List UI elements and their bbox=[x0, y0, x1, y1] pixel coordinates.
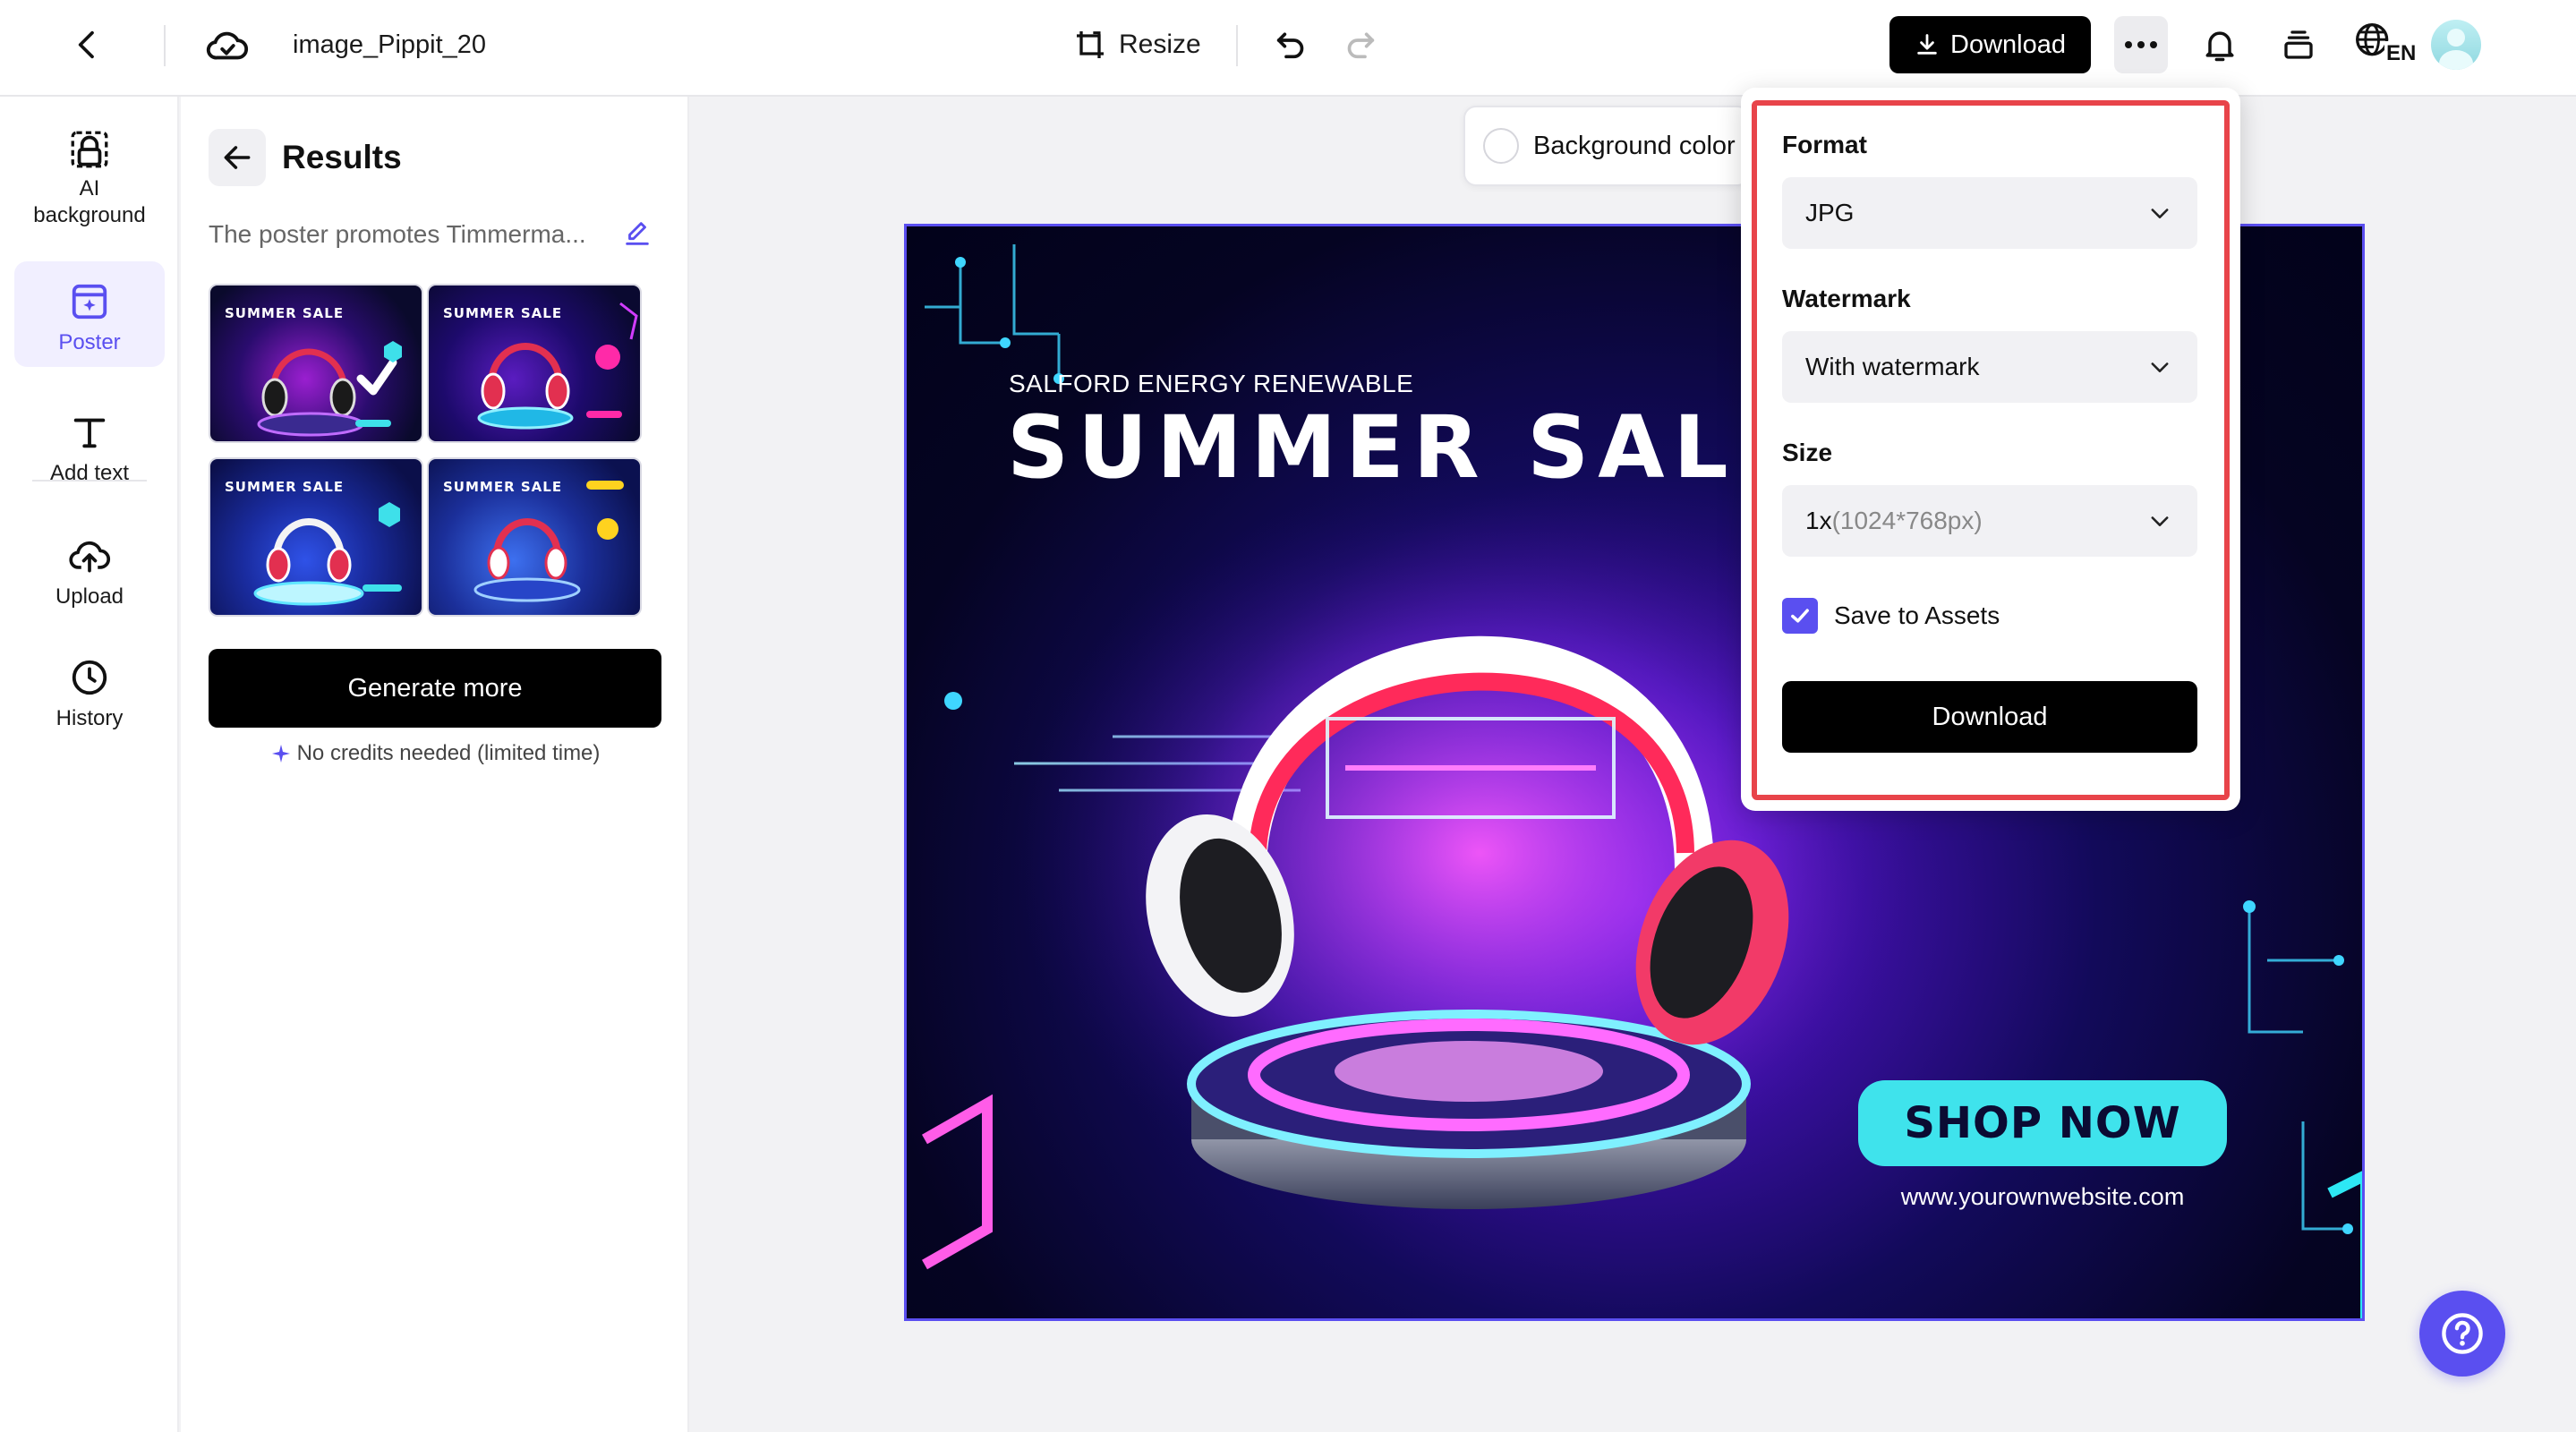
history-icon bbox=[72, 660, 107, 695]
save-to-assets-checkbox[interactable] bbox=[1782, 598, 1818, 634]
resize-icon bbox=[1077, 31, 1104, 58]
rail-item-history[interactable]: History bbox=[14, 657, 165, 746]
credits-note: No credits needed (limited time) bbox=[209, 739, 661, 768]
color-swatch bbox=[1483, 128, 1519, 164]
rail-item-ai-background[interactable]: AI background bbox=[14, 124, 165, 231]
help-button[interactable] bbox=[2419, 1291, 2505, 1377]
back-arrow-icon[interactable] bbox=[66, 23, 109, 66]
undo-icon[interactable] bbox=[1269, 23, 1312, 66]
poster-subtitle[interactable]: SALFORD ENERGY RENEWABLE bbox=[1009, 368, 1413, 400]
bell-icon[interactable] bbox=[2196, 21, 2243, 68]
more-icon bbox=[2125, 41, 2157, 48]
language-badge: EN bbox=[2384, 41, 2418, 66]
result-thumbnail-1[interactable]: SUMMER SALE bbox=[209, 284, 423, 443]
headphones-graphic bbox=[473, 481, 624, 602]
format-label: Format bbox=[1782, 131, 1867, 158]
cloud-sync-icon[interactable] bbox=[202, 23, 252, 68]
credits-note-text: No credits needed (limited time) bbox=[296, 741, 601, 765]
results-title: Results bbox=[282, 139, 402, 175]
left-tool-rail: AI background Poster Add text Upload His… bbox=[0, 97, 179, 1432]
download-confirm-button[interactable]: Download bbox=[1782, 681, 2197, 753]
background-color-control[interactable]: Background color bbox=[1463, 106, 1750, 186]
rail-label-add-text: Add text bbox=[49, 461, 130, 485]
file-name[interactable]: image_Pippit_20 bbox=[293, 27, 486, 63]
save-to-assets-label: Save to Assets bbox=[1834, 601, 2000, 629]
rail-label-history: History bbox=[55, 706, 124, 730]
download-icon bbox=[1917, 34, 1937, 55]
text-icon bbox=[73, 418, 106, 448]
download-top-label: Download bbox=[1950, 30, 2066, 59]
prompt-summary: The poster promotes Timmerma... bbox=[209, 220, 586, 248]
size-select[interactable]: 1x(1024*768px) bbox=[1782, 485, 2197, 557]
chevron-down-icon bbox=[2151, 516, 2169, 526]
results-back-button[interactable] bbox=[209, 129, 266, 186]
rail-label-ai-background: AI background bbox=[33, 176, 146, 227]
rail-label-poster: Poster bbox=[58, 330, 121, 354]
watermark-label: Watermark bbox=[1782, 285, 1911, 312]
checkmark-icon bbox=[1791, 609, 1809, 623]
chevron-down-icon bbox=[2151, 209, 2169, 218]
rail-item-upload[interactable]: Upload bbox=[14, 535, 165, 625]
rail-item-poster[interactable]: Poster bbox=[14, 261, 165, 367]
format-select[interactable]: JPG bbox=[1782, 177, 2197, 249]
generate-more-button[interactable]: Generate more bbox=[209, 649, 661, 728]
poster-icon bbox=[72, 284, 107, 320]
download-button-top[interactable]: Download bbox=[1889, 16, 2091, 73]
format-value: JPG bbox=[1805, 199, 1855, 226]
chevron-down-icon bbox=[2151, 362, 2169, 372]
headphones-graphic bbox=[257, 341, 402, 437]
watermark-select[interactable]: With watermark bbox=[1782, 331, 2197, 403]
result-thumbnail-3[interactable]: SUMMER SALE bbox=[209, 457, 423, 617]
poster-website[interactable]: www.yourownwebsite.com bbox=[1858, 1181, 2227, 1213]
background-color-label: Background color bbox=[1533, 131, 1736, 160]
size-value: 1x(1024*768px) bbox=[1805, 507, 1983, 535]
resize-button[interactable]: Resize bbox=[1072, 23, 1201, 66]
upload-icon bbox=[69, 541, 111, 573]
poster-title[interactable]: SUMMER SALE bbox=[1007, 398, 1804, 497]
topbar-divider bbox=[1236, 25, 1238, 66]
arrow-left-icon bbox=[224, 146, 251, 169]
size-label: Size bbox=[1782, 439, 1833, 466]
more-options-button[interactable] bbox=[2114, 16, 2168, 73]
resize-label: Resize bbox=[1119, 30, 1201, 59]
headphones-graphic bbox=[477, 302, 638, 430]
question-icon bbox=[2442, 1313, 2483, 1354]
save-to-assets-row[interactable]: Save to Assets bbox=[1782, 598, 2000, 634]
edit-prompt-icon[interactable] bbox=[622, 218, 654, 251]
results-panel: Results The poster promotes Timmerma... … bbox=[181, 97, 689, 1432]
assets-stack-icon[interactable] bbox=[2275, 21, 2322, 68]
topbar-divider bbox=[164, 25, 166, 66]
watermark-value: With watermark bbox=[1805, 353, 1980, 380]
top-bar: image_Pippit_20 Resize Download EN bbox=[0, 0, 2576, 97]
ai-background-icon bbox=[71, 131, 108, 168]
language-globe-icon[interactable]: EN bbox=[2352, 20, 2418, 70]
result-thumbnail-4[interactable]: SUMMER SALE bbox=[427, 457, 642, 617]
sparkle-icon bbox=[271, 745, 290, 763]
redo-icon[interactable] bbox=[1339, 23, 1382, 66]
rail-item-add-text[interactable]: Add text bbox=[14, 412, 165, 501]
rail-label-upload: Upload bbox=[55, 584, 124, 609]
size-multiplier: 1x bbox=[1805, 507, 1832, 534]
user-avatar[interactable] bbox=[2431, 20, 2481, 70]
result-thumbnail-2[interactable]: SUMMER SALE bbox=[427, 284, 642, 443]
poster-shop-now[interactable]: SHOP NOW bbox=[1858, 1080, 2227, 1166]
headphones-graphic bbox=[253, 502, 402, 606]
size-dimensions: (1024*768px) bbox=[1831, 507, 1983, 534]
